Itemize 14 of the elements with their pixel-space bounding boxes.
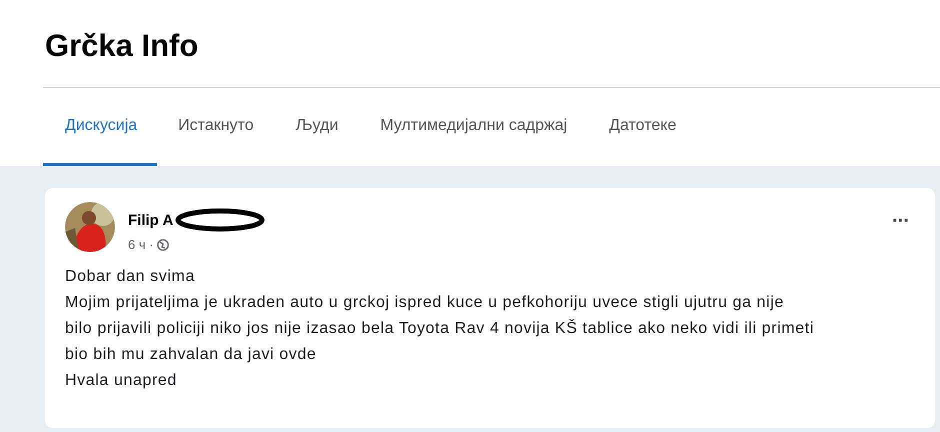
tab[interactable]: Истакнуто	[157, 88, 275, 166]
globe-icon	[156, 238, 169, 250]
author-name[interactable]: Filip A	[128, 212, 174, 228]
more-options-button[interactable]: ···	[886, 202, 915, 241]
tab[interactable]: Датотеке	[588, 88, 698, 166]
avatar[interactable]	[65, 202, 115, 252]
tab[interactable]: Људи	[274, 88, 360, 166]
tab[interactable]: Мултимедијални садржај	[359, 88, 588, 166]
group-title: Grčka Info	[44, 27, 200, 65]
tab[interactable]: Дискусија	[43, 88, 158, 166]
post-text: Hvala unapred	[65, 371, 178, 391]
post-text: Mojim prijateljima je ukraden auto u grckoj ispred kuce u pefkohoriju uvece stigli ujutru ga nije bilo prijavili policiji niko jos nije izasao bela Toyota Rav 4 novija KŠ tablice ako neko vidi ili primeti bio bih mu zahvalan da javi ovde	[65, 293, 815, 365]
post-time[interactable]: 6 ч ·	[128, 237, 154, 252]
post-text: Dobar dan svima	[65, 267, 196, 287]
